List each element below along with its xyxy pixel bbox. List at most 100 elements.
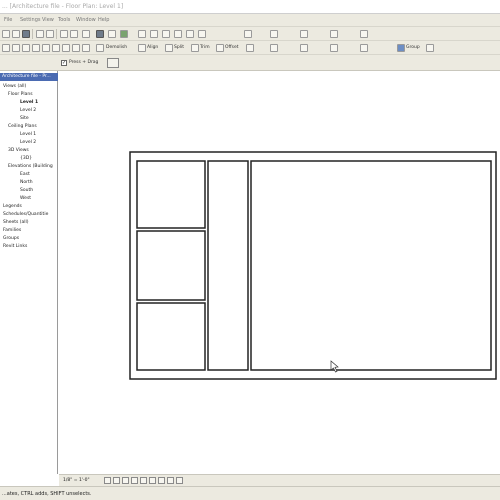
tool-icon[interactable] xyxy=(270,44,278,52)
tool-icon[interactable] xyxy=(360,30,368,38)
open-icon[interactable] xyxy=(12,30,20,38)
dimension-icon[interactable] xyxy=(120,30,128,38)
measure-icon[interactable] xyxy=(108,30,116,38)
split-button[interactable]: Split xyxy=(174,45,184,50)
tool-icon[interactable] xyxy=(330,44,338,52)
tool-icon[interactable] xyxy=(244,30,252,38)
view-scale[interactable]: 1/8" = 1'-0" xyxy=(63,478,90,483)
cut-icon[interactable] xyxy=(36,30,44,38)
tree-item[interactable]: Groups xyxy=(3,236,19,241)
menu-file[interactable]: File xyxy=(4,17,12,23)
status-bar: ...ates, CTRL adds, SHIFT unselects. xyxy=(0,486,500,500)
tool-icon[interactable] xyxy=(426,44,434,52)
tree-item[interactable]: Elevations (Building xyxy=(8,164,53,169)
trim-icon[interactable] xyxy=(191,44,199,52)
filter-icon[interactable] xyxy=(107,58,119,68)
group-icon[interactable] xyxy=(397,44,405,52)
tree-item[interactable]: West xyxy=(20,196,31,201)
copy-icon[interactable] xyxy=(46,30,54,38)
demolish-button[interactable]: Demolish xyxy=(106,45,127,50)
menu-view[interactable]: View xyxy=(42,17,54,23)
detail-level-icon[interactable] xyxy=(104,477,111,484)
tree-item[interactable]: Ceiling Plans xyxy=(8,124,37,129)
tool-icon[interactable] xyxy=(82,44,90,52)
tool-icon[interactable] xyxy=(2,44,10,52)
tool-icon[interactable] xyxy=(72,44,80,52)
tool-icon[interactable] xyxy=(270,30,278,38)
menu-window[interactable]: Window xyxy=(76,17,96,23)
tree-item[interactable]: Sheets (all) xyxy=(3,220,29,225)
tree-item[interactable]: {3D} xyxy=(20,156,32,161)
demolish-icon[interactable] xyxy=(96,44,104,52)
tree-item[interactable]: 3D Views xyxy=(8,148,29,153)
trim-button[interactable]: Trim xyxy=(200,45,210,50)
tool-icon[interactable] xyxy=(198,30,206,38)
tool-icon[interactable] xyxy=(32,44,40,52)
temporary-hide-icon[interactable] xyxy=(149,477,156,484)
tool-icon[interactable] xyxy=(300,44,308,52)
tool-icon[interactable] xyxy=(52,44,60,52)
press-drag-checkbox[interactable]: ✓ xyxy=(61,60,67,66)
corridor-rectangle[interactable] xyxy=(207,160,249,371)
standard-toolbar xyxy=(0,27,500,41)
room-rectangle[interactable] xyxy=(136,230,206,301)
tool-icon[interactable] xyxy=(42,44,50,52)
tree-item[interactable]: Level 2 xyxy=(20,140,36,145)
tool-icon[interactable] xyxy=(138,30,146,38)
undo-icon[interactable] xyxy=(60,30,68,38)
crop-region-icon[interactable] xyxy=(131,477,138,484)
tool-icon[interactable] xyxy=(300,30,308,38)
tool-icon[interactable] xyxy=(22,44,30,52)
align-icon[interactable] xyxy=(138,44,146,52)
edit-toolbar: Demolish Align Split Trim Offset Group xyxy=(0,41,500,55)
tool-icon[interactable] xyxy=(162,30,170,38)
tree-item[interactable]: South xyxy=(20,188,33,193)
room-rectangle[interactable] xyxy=(136,302,206,371)
tree-item[interactable]: North xyxy=(20,180,33,185)
save-icon[interactable] xyxy=(22,30,30,38)
redo-icon[interactable] xyxy=(70,30,78,38)
tree-item[interactable]: Level 2 xyxy=(20,108,36,113)
split-icon[interactable] xyxy=(165,44,173,52)
tool-icon[interactable] xyxy=(360,44,368,52)
tool-icon[interactable] xyxy=(12,44,20,52)
room-rectangle[interactable] xyxy=(136,160,206,229)
tree-item[interactable]: Site xyxy=(20,116,29,121)
tree-item[interactable]: Views (all) xyxy=(3,84,26,89)
offset-button[interactable]: Offset xyxy=(225,45,239,50)
tree-item[interactable]: Families xyxy=(3,228,21,233)
tree-item[interactable]: Schedules/Quantitie xyxy=(3,212,48,217)
floor-plan-drawing[interactable] xyxy=(59,71,500,474)
model-graphics-icon[interactable] xyxy=(113,477,120,484)
align-button[interactable]: Align xyxy=(147,45,158,50)
tool-icon[interactable] xyxy=(62,44,70,52)
reveal-hidden-icon[interactable] xyxy=(158,477,165,484)
tool-icon[interactable] xyxy=(186,30,194,38)
menu-help[interactable]: Help xyxy=(98,17,109,23)
tree-item[interactable]: Legends xyxy=(3,204,22,209)
outer-wall[interactable] xyxy=(129,151,497,380)
tree-item[interactable]: Floor Plans xyxy=(8,92,33,97)
tool-icon[interactable] xyxy=(174,30,182,38)
analysis-icon[interactable] xyxy=(176,477,183,484)
lightbulb-icon[interactable] xyxy=(167,477,174,484)
help-icon[interactable] xyxy=(82,30,90,38)
menu-tools[interactable]: Tools xyxy=(58,17,70,23)
tree-item[interactable]: East xyxy=(20,172,30,177)
menu-settings[interactable]: Settings xyxy=(20,17,41,23)
modify-icon[interactable] xyxy=(96,30,104,38)
new-icon[interactable] xyxy=(2,30,10,38)
tool-icon[interactable] xyxy=(330,30,338,38)
tool-icon[interactable] xyxy=(246,44,254,52)
large-room-rectangle[interactable] xyxy=(250,160,492,371)
tree-item[interactable]: Level 1 xyxy=(20,100,38,105)
project-browser: Architecture file - Pr... Views (all) Flo… xyxy=(0,71,58,474)
group-button[interactable]: Group xyxy=(406,45,420,50)
drawing-canvas[interactable] xyxy=(59,71,500,474)
crop-visibility-icon[interactable] xyxy=(140,477,147,484)
shadows-icon[interactable] xyxy=(122,477,129,484)
tree-item[interactable]: Level 1 xyxy=(20,132,36,137)
tree-item[interactable]: Revit Links xyxy=(3,244,27,249)
tool-icon[interactable] xyxy=(150,30,158,38)
offset-icon[interactable] xyxy=(216,44,224,52)
